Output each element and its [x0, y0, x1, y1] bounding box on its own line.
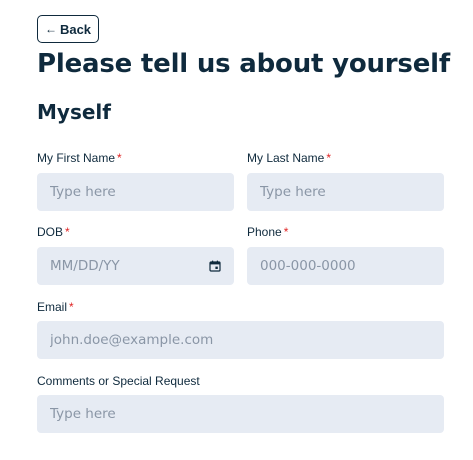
phone-label: Phone *	[247, 225, 288, 239]
dob-label-text: DOB	[37, 225, 64, 239]
comments-label-text: Comments or Special Request	[37, 374, 200, 388]
calendar-icon[interactable]	[209, 260, 221, 272]
page-title: Please tell us about yourself	[37, 49, 450, 79]
phone-input[interactable]	[247, 247, 444, 285]
last-name-label-text: My Last Name	[247, 151, 325, 165]
back-button-label: Back	[59, 21, 92, 37]
required-marker: *	[65, 225, 70, 239]
email-label: Email *	[37, 300, 74, 314]
last-name-label: My Last Name *	[247, 151, 331, 165]
dob-label: DOB *	[37, 225, 70, 239]
comments-label: Comments or Special Request	[37, 374, 200, 388]
required-marker: *	[326, 151, 332, 165]
back-arrow-icon: ←	[44, 22, 57, 36]
first-name-label-text: My First Name	[37, 151, 115, 165]
dob-placeholder: MM/DD/YY	[50, 258, 120, 274]
section-title: Myself	[37, 100, 111, 124]
required-marker: *	[283, 225, 289, 239]
last-name-input[interactable]	[247, 173, 444, 211]
first-name-label: My First Name *	[37, 151, 122, 165]
comments-input[interactable]	[37, 395, 444, 433]
email-input[interactable]	[37, 321, 444, 359]
first-name-input[interactable]	[37, 173, 234, 211]
dob-date-input[interactable]: MM/DD/YY	[37, 247, 234, 285]
required-marker: *	[117, 151, 122, 165]
back-button[interactable]: ← Back	[37, 15, 99, 43]
required-marker: *	[69, 300, 74, 314]
phone-label-text: Phone	[247, 225, 282, 239]
email-label-text: Email	[37, 300, 68, 314]
